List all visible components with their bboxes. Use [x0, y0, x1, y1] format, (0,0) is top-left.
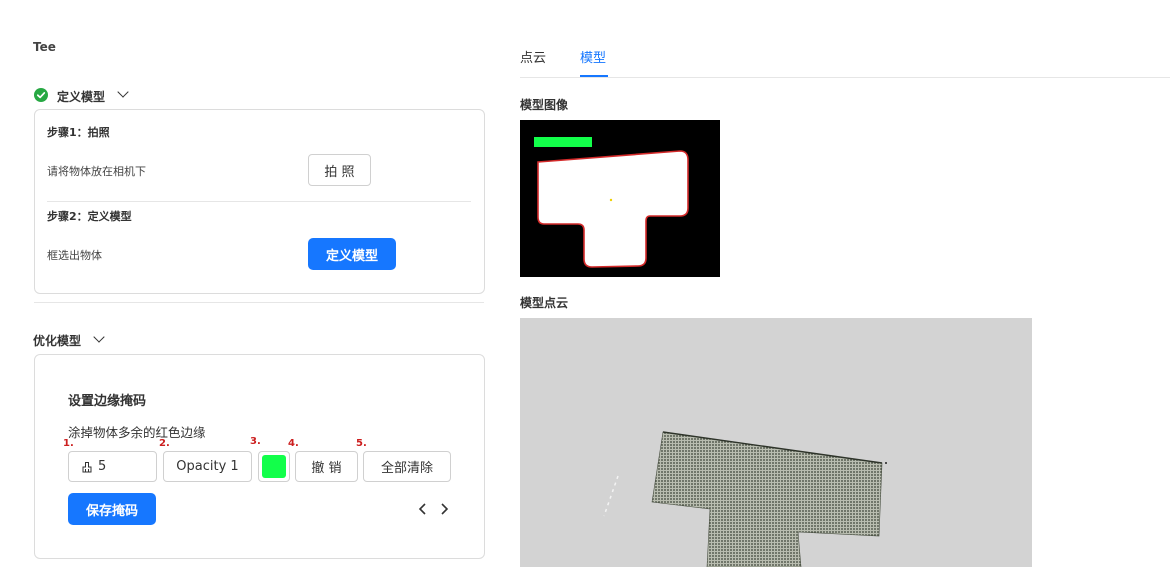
edge-mask-description: 涂掉物体多余的红色边缘	[68, 425, 206, 440]
marker-5: 5.	[356, 438, 367, 449]
color-picker[interactable]	[258, 451, 290, 482]
opacity-input[interactable]: Opacity 1	[163, 451, 252, 482]
model-name: Tee	[33, 40, 56, 54]
color-swatch	[262, 455, 286, 478]
define-model-button[interactable]: 定义模型	[308, 238, 396, 270]
undo-button[interactable]: 撤 销	[295, 451, 358, 482]
tab-pointcloud[interactable]: 点云	[520, 47, 546, 66]
success-check-icon	[34, 88, 48, 102]
next-arrow-icon[interactable]	[439, 502, 449, 519]
define-section-label: 定义模型	[57, 90, 106, 104]
model-pointcloud-label: 模型点云	[520, 296, 569, 310]
model-pointcloud-view[interactable]	[520, 318, 1032, 567]
step2-title: 步骤2：定义模型	[47, 210, 132, 223]
chevron-down-icon[interactable]	[93, 331, 105, 343]
brush-size-value: 5	[98, 459, 107, 474]
marker-1: 1.	[63, 438, 74, 449]
step1-instruction: 请将物体放在相机下	[47, 165, 146, 178]
prev-arrow-icon[interactable]	[418, 502, 428, 519]
tabs-divider	[520, 77, 1170, 78]
tab-model[interactable]: 模型	[580, 47, 606, 66]
capture-button[interactable]: 拍 照	[308, 154, 371, 186]
step-divider	[47, 201, 471, 202]
clear-all-button[interactable]: 全部清除	[363, 451, 451, 482]
save-mask-button[interactable]: 保存掩码	[68, 493, 156, 525]
brush-icon	[81, 461, 93, 473]
brush-size-input[interactable]: 5	[68, 451, 157, 482]
step1-title: 步骤1：拍照	[47, 126, 110, 139]
marker-2: 2.	[159, 438, 170, 449]
step2-instruction: 框选出物体	[47, 249, 102, 262]
edge-mask-title: 设置边缘掩码	[68, 394, 147, 409]
marker-4: 4.	[288, 438, 299, 449]
section-divider	[34, 302, 484, 303]
model-image	[520, 120, 720, 277]
chevron-down-icon[interactable]	[117, 86, 129, 98]
model-image-label: 模型图像	[520, 98, 569, 112]
optimize-section-label: 优化模型	[33, 334, 82, 348]
marker-3: 3.	[250, 436, 261, 447]
